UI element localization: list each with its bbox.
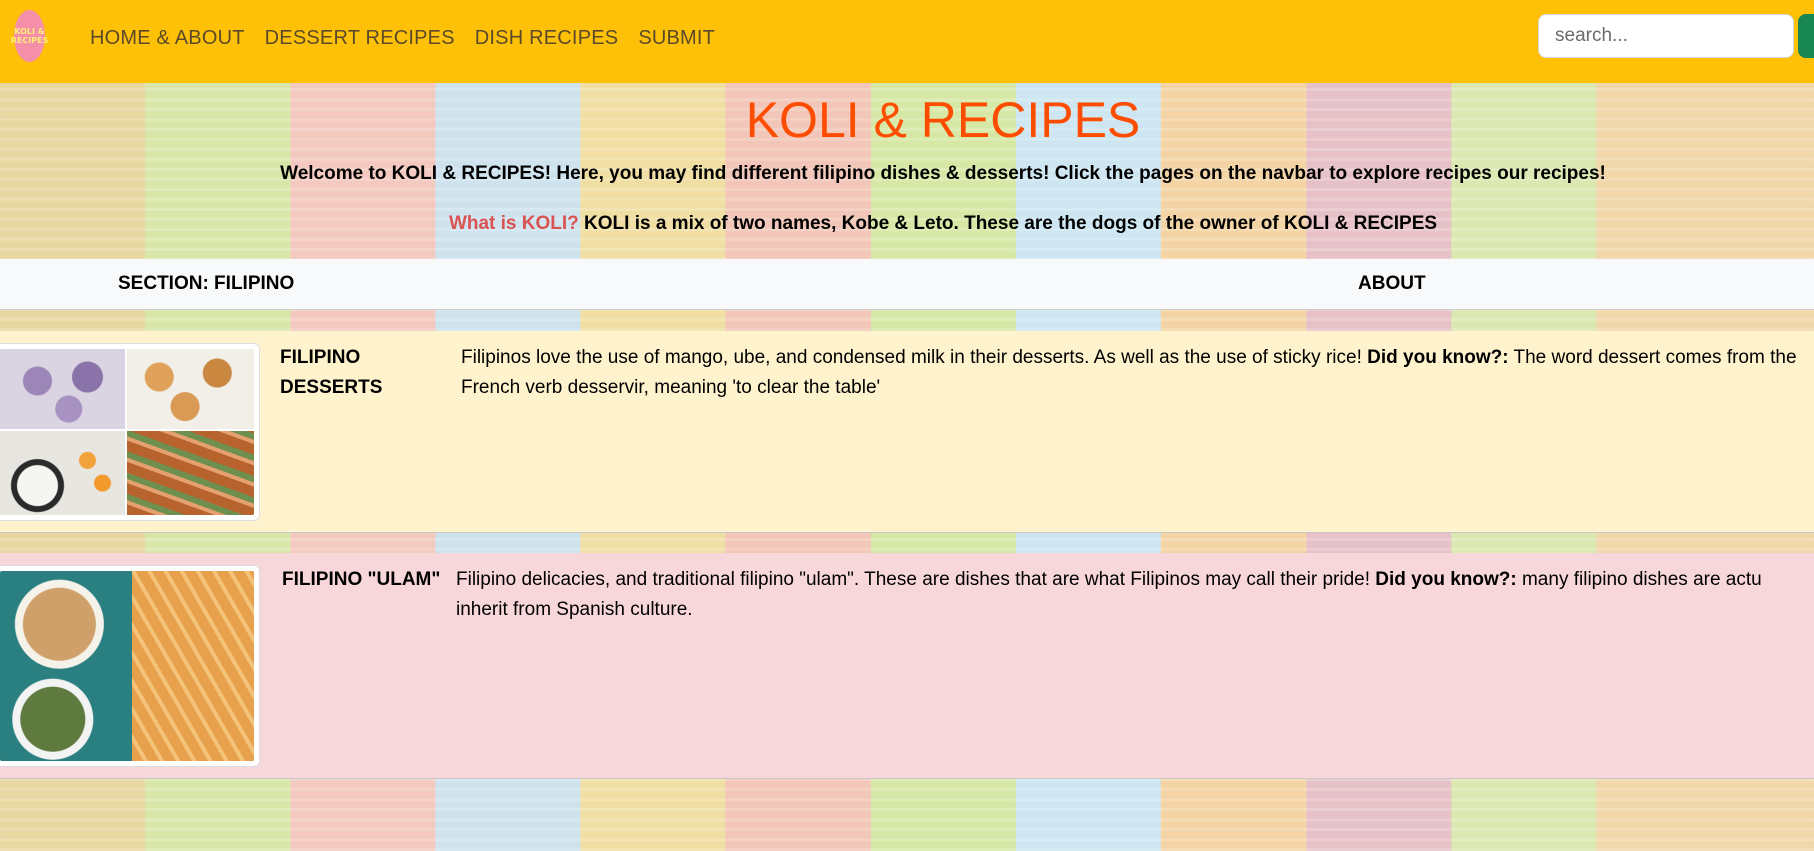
logo-text: KOLI & RECIPES — [10, 27, 49, 45]
row-text-ulam: Filipino delicacies, and traditional fil… — [456, 565, 1809, 625]
hero: KOLI & RECIPES Welcome to KOLI & RECIPES… — [0, 83, 1814, 259]
nav-link-dish-recipes[interactable]: DISH RECIPES — [475, 27, 619, 50]
search-wrap — [1538, 14, 1794, 58]
row-text-before: Filipinos love the use of mango, ube, an… — [461, 347, 1368, 368]
row-name-desserts: FILIPINO DESSERTS — [280, 347, 383, 398]
navbar: KOLI & RECIPES HOME & ABOUT DESSERT RECI… — [0, 0, 1814, 83]
koli-answer: KOLI is a mix of two names, Kobe & Leto.… — [578, 213, 1438, 234]
row-name-ulam: FILIPINO "ULAM" — [282, 569, 441, 590]
row-text-before: Filipino delicacies, and traditional fil… — [456, 569, 1376, 590]
welcome-text: Welcome to KOLI & RECIPES! Here, you may… — [280, 163, 1606, 184]
nav-link-home-about[interactable]: HOME & ABOUT — [90, 27, 245, 50]
table-row: FILIPINO "ULAM" Filipino delicacies, and… — [0, 553, 1814, 779]
search-input[interactable] — [1538, 14, 1794, 58]
nav-link-dessert-recipes[interactable]: DESSERT RECIPES — [265, 27, 455, 50]
search-button[interactable] — [1798, 14, 1814, 58]
did-you-know-label: Did you know?: — [1367, 347, 1509, 368]
about-header: ABOUT — [1358, 273, 1426, 294]
table-header: SECTION: FILIPINO ABOUT — [0, 259, 1814, 310]
did-you-know-label: Did you know?: — [1375, 569, 1517, 590]
site-title: KOLI & RECIPES — [745, 92, 1141, 148]
table-row: FILIPINO DESSERTS Filipinos love the use… — [0, 331, 1814, 533]
row-text-desserts: Filipinos love the use of mango, ube, an… — [461, 343, 1814, 403]
ulam-collage-image[interactable] — [0, 565, 260, 767]
nav-links: HOME & ABOUT DESSERT RECIPES DISH RECIPE… — [90, 0, 715, 76]
koli-question: What is KOLI? — [448, 213, 579, 234]
koli-explanation: What is KOLI? KOLI is a mix of two names… — [0, 213, 1814, 235]
logo[interactable]: KOLI & RECIPES — [11, 10, 48, 62]
desserts-collage-image[interactable] — [0, 343, 260, 521]
nav-link-submit[interactable]: SUBMIT — [638, 27, 715, 50]
section-header: SECTION: FILIPINO — [118, 273, 295, 294]
